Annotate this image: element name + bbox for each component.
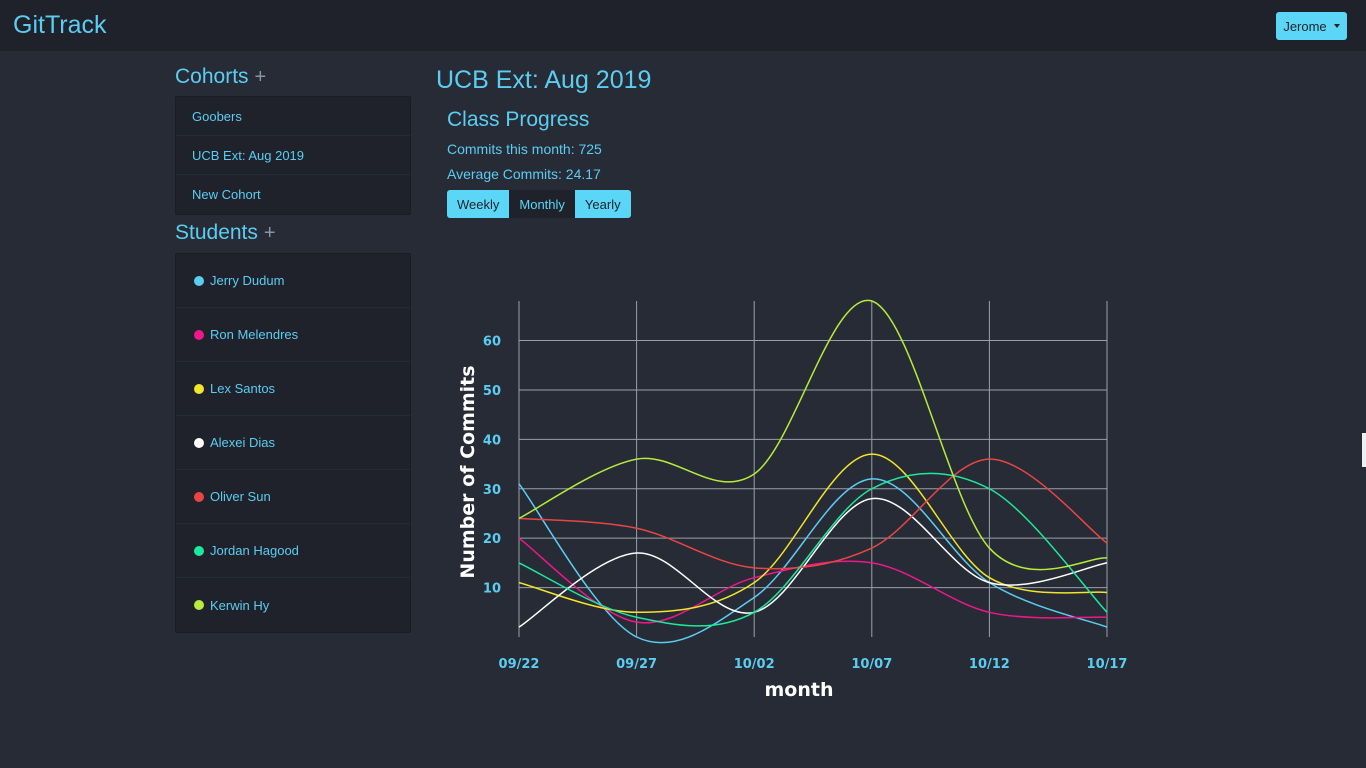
cohort-item-ucb-ext[interactable]: UCB Ext: Aug 2019: [176, 136, 410, 175]
student-item[interactable]: Lex Santos: [176, 362, 410, 416]
cohort-item-new-cohort[interactable]: New Cohort: [176, 175, 410, 214]
student-name: Alexei Dias: [210, 435, 276, 450]
student-name: Ron Melendres: [210, 327, 299, 342]
x-tick-label: 09/22: [499, 657, 540, 672]
x-axis-title: month: [765, 679, 834, 701]
student-name: Lex Santos: [210, 381, 276, 396]
add-student-icon[interactable]: +: [264, 222, 276, 244]
class-progress-title: Class Progress: [447, 108, 590, 131]
y-tick-label: 30: [483, 483, 501, 498]
average-commits: Average Commits: 24.17: [447, 166, 601, 182]
range-toggle: Weekly Monthly Yearly: [447, 190, 631, 218]
brand-logo[interactable]: GitTrack: [13, 11, 107, 40]
student-item[interactable]: Jerry Dudum: [176, 254, 410, 308]
student-item[interactable]: Ron Melendres: [176, 308, 410, 362]
students-heading: Students +: [175, 221, 276, 245]
x-tick-label: 10/12: [969, 657, 1010, 672]
student-list: Jerry Dudum Ron Melendres Lex Santos Ale…: [175, 253, 411, 633]
x-tick-label: 09/27: [616, 657, 657, 672]
scrollbar-thumb[interactable]: [1362, 433, 1366, 467]
cohorts-title: Cohorts: [175, 65, 249, 88]
page-title: UCB Ext: Aug 2019: [436, 66, 652, 94]
x-tick-label: 10/07: [851, 657, 892, 672]
student-color-dot: [194, 329, 204, 340]
student-item[interactable]: Oliver Sun: [176, 470, 410, 524]
student-item[interactable]: Kerwin Hy: [176, 578, 410, 632]
student-color-dot: [194, 545, 204, 556]
commits-this-month: Commits this month: 725: [447, 141, 602, 157]
y-tick-label: 20: [483, 532, 501, 547]
series-line-0: [518, 478, 1108, 644]
series-line-5: [518, 472, 1108, 627]
x-tick-label: 10/17: [1087, 657, 1128, 672]
student-color-dot: [194, 600, 204, 610]
series-line-4: [518, 458, 1108, 570]
series-line-2: [518, 453, 1108, 614]
monthly-button[interactable]: Monthly: [509, 190, 575, 218]
student-color-dot: [194, 275, 204, 286]
students-title: Students: [175, 221, 258, 244]
y-axis-title: Number of Commits: [457, 365, 479, 578]
y-tick-label: 10: [483, 582, 501, 597]
student-name: Jerry Dudum: [210, 273, 285, 288]
student-item[interactable]: Jordan Hagood: [176, 524, 410, 578]
y-tick-label: 50: [483, 384, 501, 399]
student-name: Kerwin Hy: [210, 597, 270, 613]
user-menu-button[interactable]: Jerome: [1276, 12, 1347, 40]
cohorts-heading: Cohorts +: [175, 65, 266, 89]
user-menu-label: Jerome: [1283, 18, 1327, 34]
add-cohort-icon[interactable]: +: [255, 66, 267, 88]
x-tick-label: 10/02: [734, 657, 775, 672]
cohort-item-goobers[interactable]: Goobers: [176, 97, 410, 136]
student-color-dot: [194, 437, 204, 448]
student-name: Oliver Sun: [210, 489, 271, 504]
commits-line-chart: 10 20 30 40 50 60 09/22 09/27 10/02 10/07 10/12 10/…: [457, 299, 1128, 701]
student-color-dot: [194, 491, 204, 502]
navbar: GitTrack Jerome: [0, 0, 1366, 51]
student-color-dot: [194, 383, 204, 394]
y-tick-label: 40: [483, 433, 501, 448]
student-name: Jordan Hagood: [210, 543, 299, 558]
caret-down-icon: [1333, 24, 1340, 28]
weekly-button[interactable]: Weekly: [447, 190, 510, 218]
y-tick-label: 60: [483, 335, 501, 350]
student-item[interactable]: Alexei Dias: [176, 416, 410, 470]
yearly-button[interactable]: Yearly: [574, 190, 631, 218]
cohort-list: Goobers UCB Ext: Aug 2019 New Cohort: [175, 96, 411, 215]
